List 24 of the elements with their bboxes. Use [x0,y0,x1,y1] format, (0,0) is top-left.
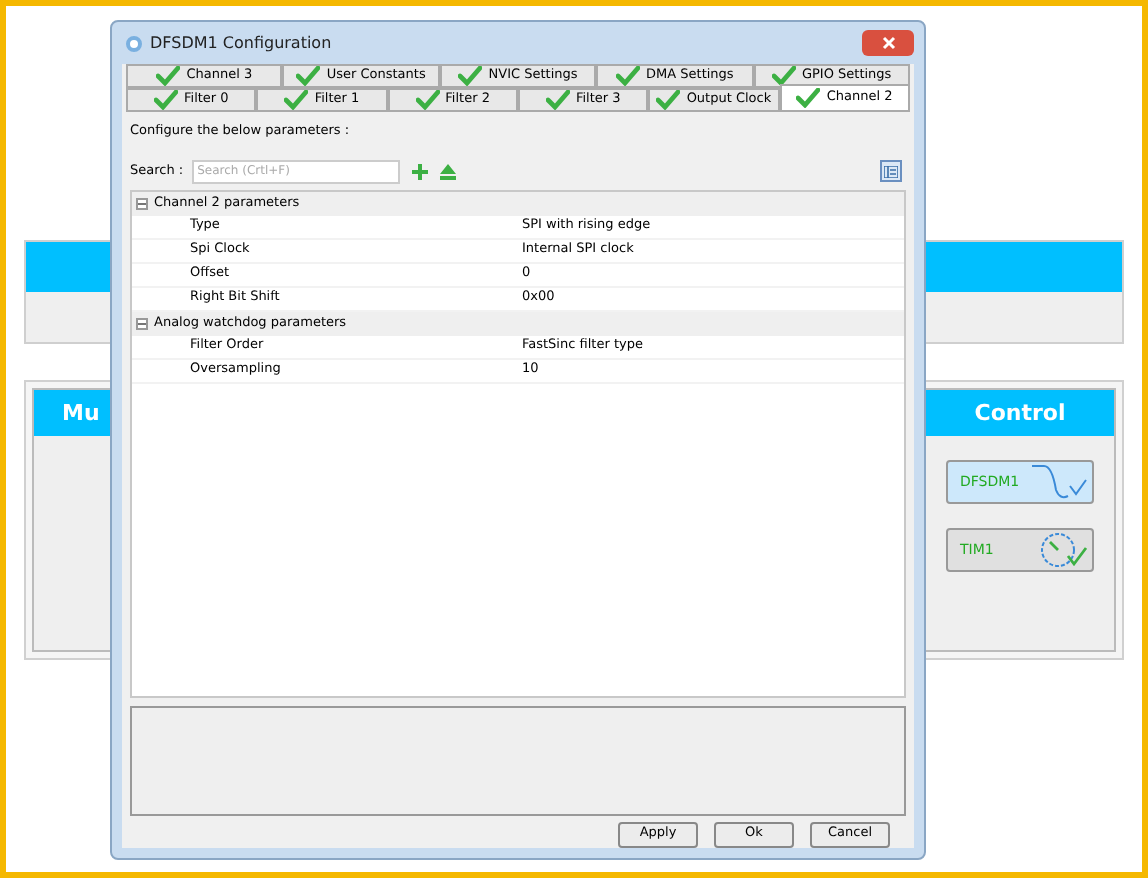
collapse-toggle[interactable] [136,197,148,210]
checkmark-icon [545,90,570,110]
filter-curve-icon [1028,462,1088,502]
expand-all-icon[interactable] [411,163,428,180]
checkmark-icon [656,90,681,110]
clock-icon [1036,530,1088,570]
list-view-icon [884,165,898,178]
window-title: DFSDM1 Configuration [150,31,332,55]
close-button[interactable] [862,30,914,56]
checkmark-icon [154,90,178,110]
checkmark-icon [415,90,440,110]
checkmark-icon [616,66,641,86]
checkmark-icon [296,66,321,86]
window-icon [126,35,142,51]
checkmark-icon [156,66,181,86]
collapse-toggle[interactable] [136,317,148,330]
checkmark-icon [458,66,483,86]
close-icon [881,36,895,50]
checkmark-icon [284,90,309,110]
checkmark-icon [796,88,821,108]
view-toggle-button[interactable] [880,160,902,183]
panel-header: Control [926,390,1114,436]
checkmark-icon [771,66,796,86]
collapse-all-icon[interactable] [439,163,456,180]
